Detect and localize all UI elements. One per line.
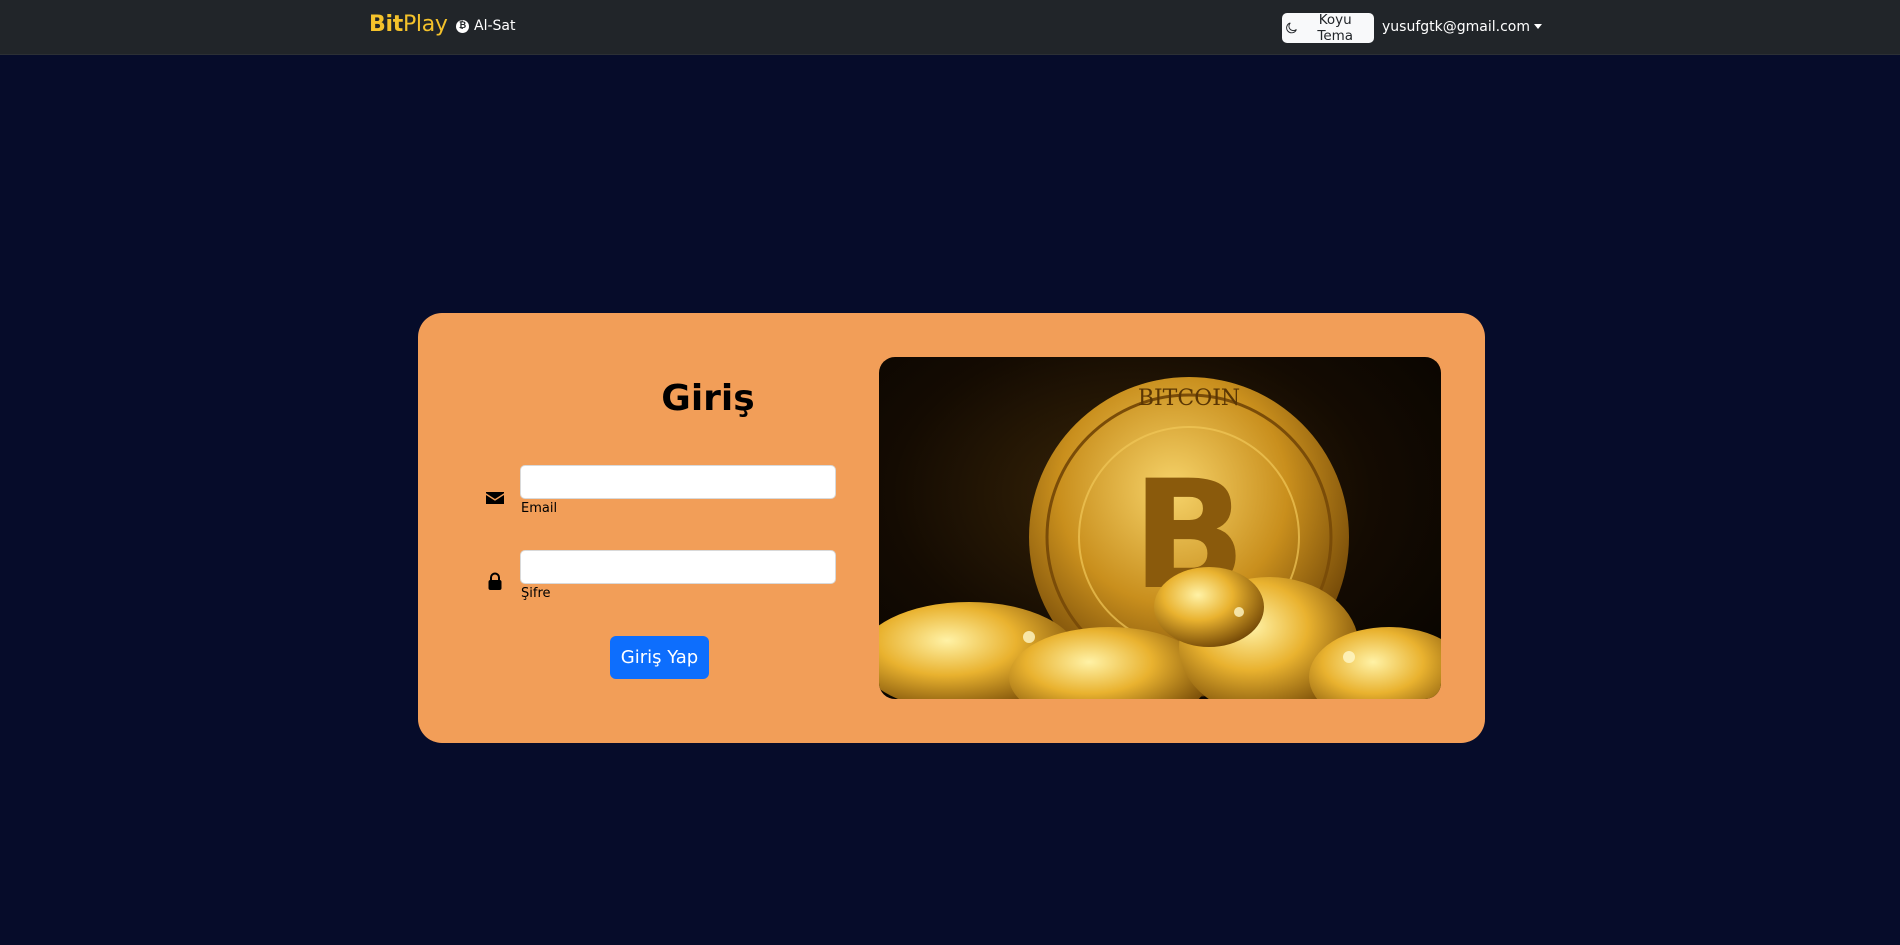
moon-icon <box>1286 22 1297 34</box>
login-submit-button[interactable]: Giriş Yap <box>610 636 709 679</box>
bitcoin-icon: ₿ <box>456 19 469 33</box>
password-input[interactable] <box>520 550 836 584</box>
user-dropdown[interactable]: yusufgtk@gmail.com <box>1382 19 1542 35</box>
nav-link-al-sat[interactable]: ₿ Al-Sat <box>456 18 515 34</box>
user-email: yusufgtk@gmail.com <box>1382 19 1530 35</box>
brand-light-text: Play <box>402 12 448 37</box>
dark-theme-button[interactable]: Koyu Tema <box>1282 12 1374 44</box>
coin-text: BITCOIN <box>1138 386 1240 411</box>
brand-logo[interactable]: BitPlay <box>369 14 448 36</box>
bitcoin-photo: BITCOIN B <box>879 357 1441 699</box>
theme-button-label: Koyu Tema <box>1317 12 1354 44</box>
envelope-icon <box>486 492 504 504</box>
bitcoin-coin-illustration: BITCOIN B <box>879 377 1441 699</box>
lock-icon <box>488 572 502 590</box>
nav-link-label: Al-Sat <box>474 18 516 34</box>
top-navbar: BitPlay ₿ Al-Sat Koyu Tema yusufgtk@gmai… <box>0 0 1900 55</box>
login-card: Giriş Email Şifre Giriş Yap BITCOIN B <box>418 313 1485 743</box>
email-input[interactable] <box>520 465 836 499</box>
brand-bold-text: Bit <box>369 12 403 37</box>
login-title: Giriş <box>661 378 755 419</box>
caret-down-icon <box>1533 23 1542 29</box>
email-label: Email <box>521 501 558 516</box>
password-label: Şifre <box>521 586 551 601</box>
